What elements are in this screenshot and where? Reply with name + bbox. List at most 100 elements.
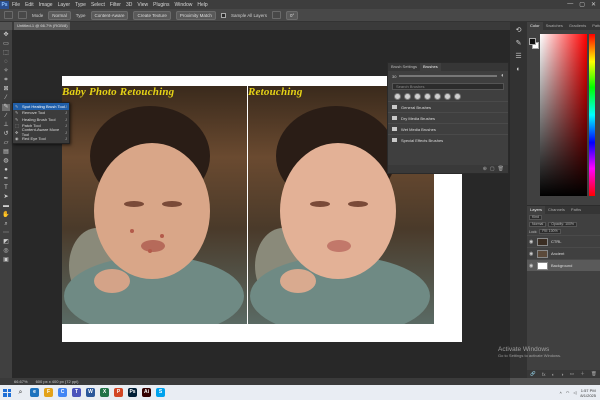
- brush-icon[interactable]: ✎: [514, 39, 523, 48]
- more-tools-icon[interactable]: ⋯: [2, 230, 10, 237]
- trash-icon[interactable]: 🗑: [591, 371, 597, 377]
- clone-stamp-tool-icon[interactable]: ⊥: [2, 122, 10, 129]
- screen-mode-icon[interactable]: ▣: [2, 257, 10, 264]
- tab-swatches[interactable]: Swatches: [543, 22, 566, 30]
- type-tool-icon[interactable]: T: [2, 185, 10, 192]
- foreground-color-swatch[interactable]: [529, 38, 536, 45]
- tab-color[interactable]: Color: [527, 22, 543, 30]
- taskbar-app-word-icon[interactable]: W: [86, 388, 95, 397]
- chevron-up-icon[interactable]: ˄: [560, 390, 562, 395]
- menu-edit[interactable]: Edit: [25, 2, 34, 8]
- brush-tip[interactable]: [424, 93, 431, 100]
- brush-tip[interactable]: [444, 93, 451, 100]
- pressure-icon[interactable]: [271, 11, 281, 19]
- close-button[interactable]: ✕: [591, 1, 596, 8]
- frame-tool-icon[interactable]: ⊠: [2, 86, 10, 93]
- layer-row[interactable]: ◉ CTRL: [527, 235, 600, 247]
- menu-select[interactable]: Select: [91, 2, 105, 8]
- folder-special-effects[interactable]: Special Effects Brushes: [388, 134, 508, 145]
- lasso-tool-icon[interactable]: ◌: [2, 59, 10, 66]
- flyout-spot-healing[interactable]: ✎ Spot Healing Brush Tool J: [13, 103, 69, 110]
- taskbar-app-excel-icon[interactable]: X: [100, 388, 109, 397]
- brush-preset-icon[interactable]: [18, 11, 27, 19]
- tool-preset-icon[interactable]: [4, 11, 13, 19]
- layer-row-selected[interactable]: ◉ Background: [527, 259, 600, 271]
- opacity-field[interactable]: Opacity: 100%: [548, 222, 578, 227]
- blend-mode-select[interactable]: Normal: [529, 222, 547, 227]
- color-swatches-icon[interactable]: ◩: [2, 239, 10, 246]
- layer-kind-filter[interactable]: Kind: [529, 215, 543, 220]
- brush-search-input[interactable]: Search Brushes: [392, 83, 504, 90]
- visibility-eye-icon[interactable]: ◉: [529, 239, 534, 245]
- minimize-button[interactable]: —: [567, 1, 573, 8]
- brush-tip[interactable]: [454, 93, 461, 100]
- tab-brush-settings[interactable]: Brush Settings: [388, 63, 420, 71]
- folder-general-brushes[interactable]: General Brushes: [388, 101, 508, 112]
- menu-view[interactable]: View: [137, 2, 148, 8]
- history-icon[interactable]: ⟲: [514, 26, 523, 35]
- taskbar-app-teams-icon[interactable]: T: [72, 388, 81, 397]
- volume-icon[interactable]: ◁: [573, 390, 576, 395]
- hue-slider[interactable]: [589, 34, 595, 196]
- menu-help[interactable]: Help: [197, 2, 207, 8]
- tab-paths[interactable]: Paths: [568, 206, 584, 214]
- blur-tool-icon[interactable]: ◍: [2, 158, 10, 165]
- adjustment-layer-icon[interactable]: ◑: [561, 372, 564, 377]
- brush-tip[interactable]: [404, 93, 411, 100]
- visibility-eye-icon[interactable]: ◉: [529, 251, 534, 257]
- shape-tool-icon[interactable]: ▬: [2, 203, 10, 210]
- brush-size-slider[interactable]: [399, 75, 498, 77]
- create-texture-button[interactable]: Create Texture: [133, 10, 171, 20]
- taskbar-app-chrome-icon[interactable]: C: [58, 388, 67, 397]
- menu-type[interactable]: Type: [75, 2, 86, 8]
- taskbar-app-skype-icon[interactable]: S: [156, 388, 165, 397]
- healing-brush-tool-icon[interactable]: ✎: [2, 104, 10, 111]
- adjustments-icon[interactable]: ◐: [514, 65, 523, 74]
- menu-filter[interactable]: Filter: [110, 2, 121, 8]
- tab-brushes[interactable]: Brushes: [420, 63, 441, 71]
- eraser-tool-icon[interactable]: ▱: [2, 140, 10, 147]
- brush-tip[interactable]: [414, 93, 421, 100]
- gradient-tool-icon[interactable]: ▤: [2, 149, 10, 156]
- sample-all-checkbox[interactable]: [220, 12, 226, 18]
- wifi-icon[interactable]: ◠: [566, 390, 570, 395]
- tab-channels[interactable]: Channels: [545, 206, 568, 214]
- folder-dry-media[interactable]: Dry Media Brushes: [388, 112, 508, 123]
- flyout-content-aware-move[interactable]: ✥ Content-Aware Move Tool J: [13, 127, 69, 137]
- hand-tool-icon[interactable]: ✋: [2, 212, 10, 219]
- trash-icon[interactable]: 🗑: [498, 166, 504, 172]
- menu-plugins[interactable]: Plugins: [153, 2, 169, 8]
- layer-mask-icon[interactable]: ◐: [552, 372, 555, 377]
- taskbar-app-powerpoint-icon[interactable]: P: [114, 388, 123, 397]
- color-picker-field[interactable]: [540, 34, 587, 196]
- document-size[interactable]: 600 px x 400 px (72 ppi): [36, 379, 79, 384]
- path-select-tool-icon[interactable]: ➤: [2, 194, 10, 201]
- tab-gradients[interactable]: Gradients: [566, 22, 589, 30]
- search-icon[interactable]: ⌕: [16, 388, 25, 397]
- taskbar-app-explorer-icon[interactable]: F: [44, 388, 53, 397]
- quick-mask-icon[interactable]: ◎: [2, 248, 10, 255]
- brush-tip[interactable]: [394, 93, 401, 100]
- angle-field[interactable]: 0°: [285, 10, 299, 20]
- crop-tool-icon[interactable]: ⌗: [2, 77, 10, 84]
- zoom-tool-icon[interactable]: ⌕: [2, 221, 10, 228]
- properties-icon[interactable]: ☰: [514, 52, 523, 61]
- proximity-match-button[interactable]: Proximity Match: [175, 10, 216, 20]
- layer-row[interactable]: ◉ Ancient: [527, 247, 600, 259]
- history-brush-tool-icon[interactable]: ↺: [2, 131, 10, 138]
- fill-field[interactable]: Fill: 100%: [539, 229, 561, 234]
- taskbar-app-edge-icon[interactable]: e: [30, 388, 39, 397]
- new-layer-icon[interactable]: ＋: [580, 371, 585, 377]
- artboard-tool-icon[interactable]: ▭: [2, 41, 10, 48]
- pen-tool-icon[interactable]: ✒: [2, 176, 10, 183]
- menu-3d[interactable]: 3D: [126, 2, 132, 8]
- move-tool-icon[interactable]: ✥: [2, 32, 10, 39]
- new-group-icon[interactable]: ▭: [570, 371, 574, 377]
- tab-patterns[interactable]: Patterns: [589, 22, 600, 30]
- zoom-level[interactable]: 66.67%: [14, 379, 28, 384]
- menu-image[interactable]: Image: [39, 2, 53, 8]
- taskbar-app-photoshop-icon[interactable]: Ps: [128, 388, 137, 397]
- layer-style-icon[interactable]: fx: [542, 372, 546, 377]
- folder-wet-media[interactable]: Wet Media Brushes: [388, 123, 508, 134]
- menu-window[interactable]: Window: [175, 2, 193, 8]
